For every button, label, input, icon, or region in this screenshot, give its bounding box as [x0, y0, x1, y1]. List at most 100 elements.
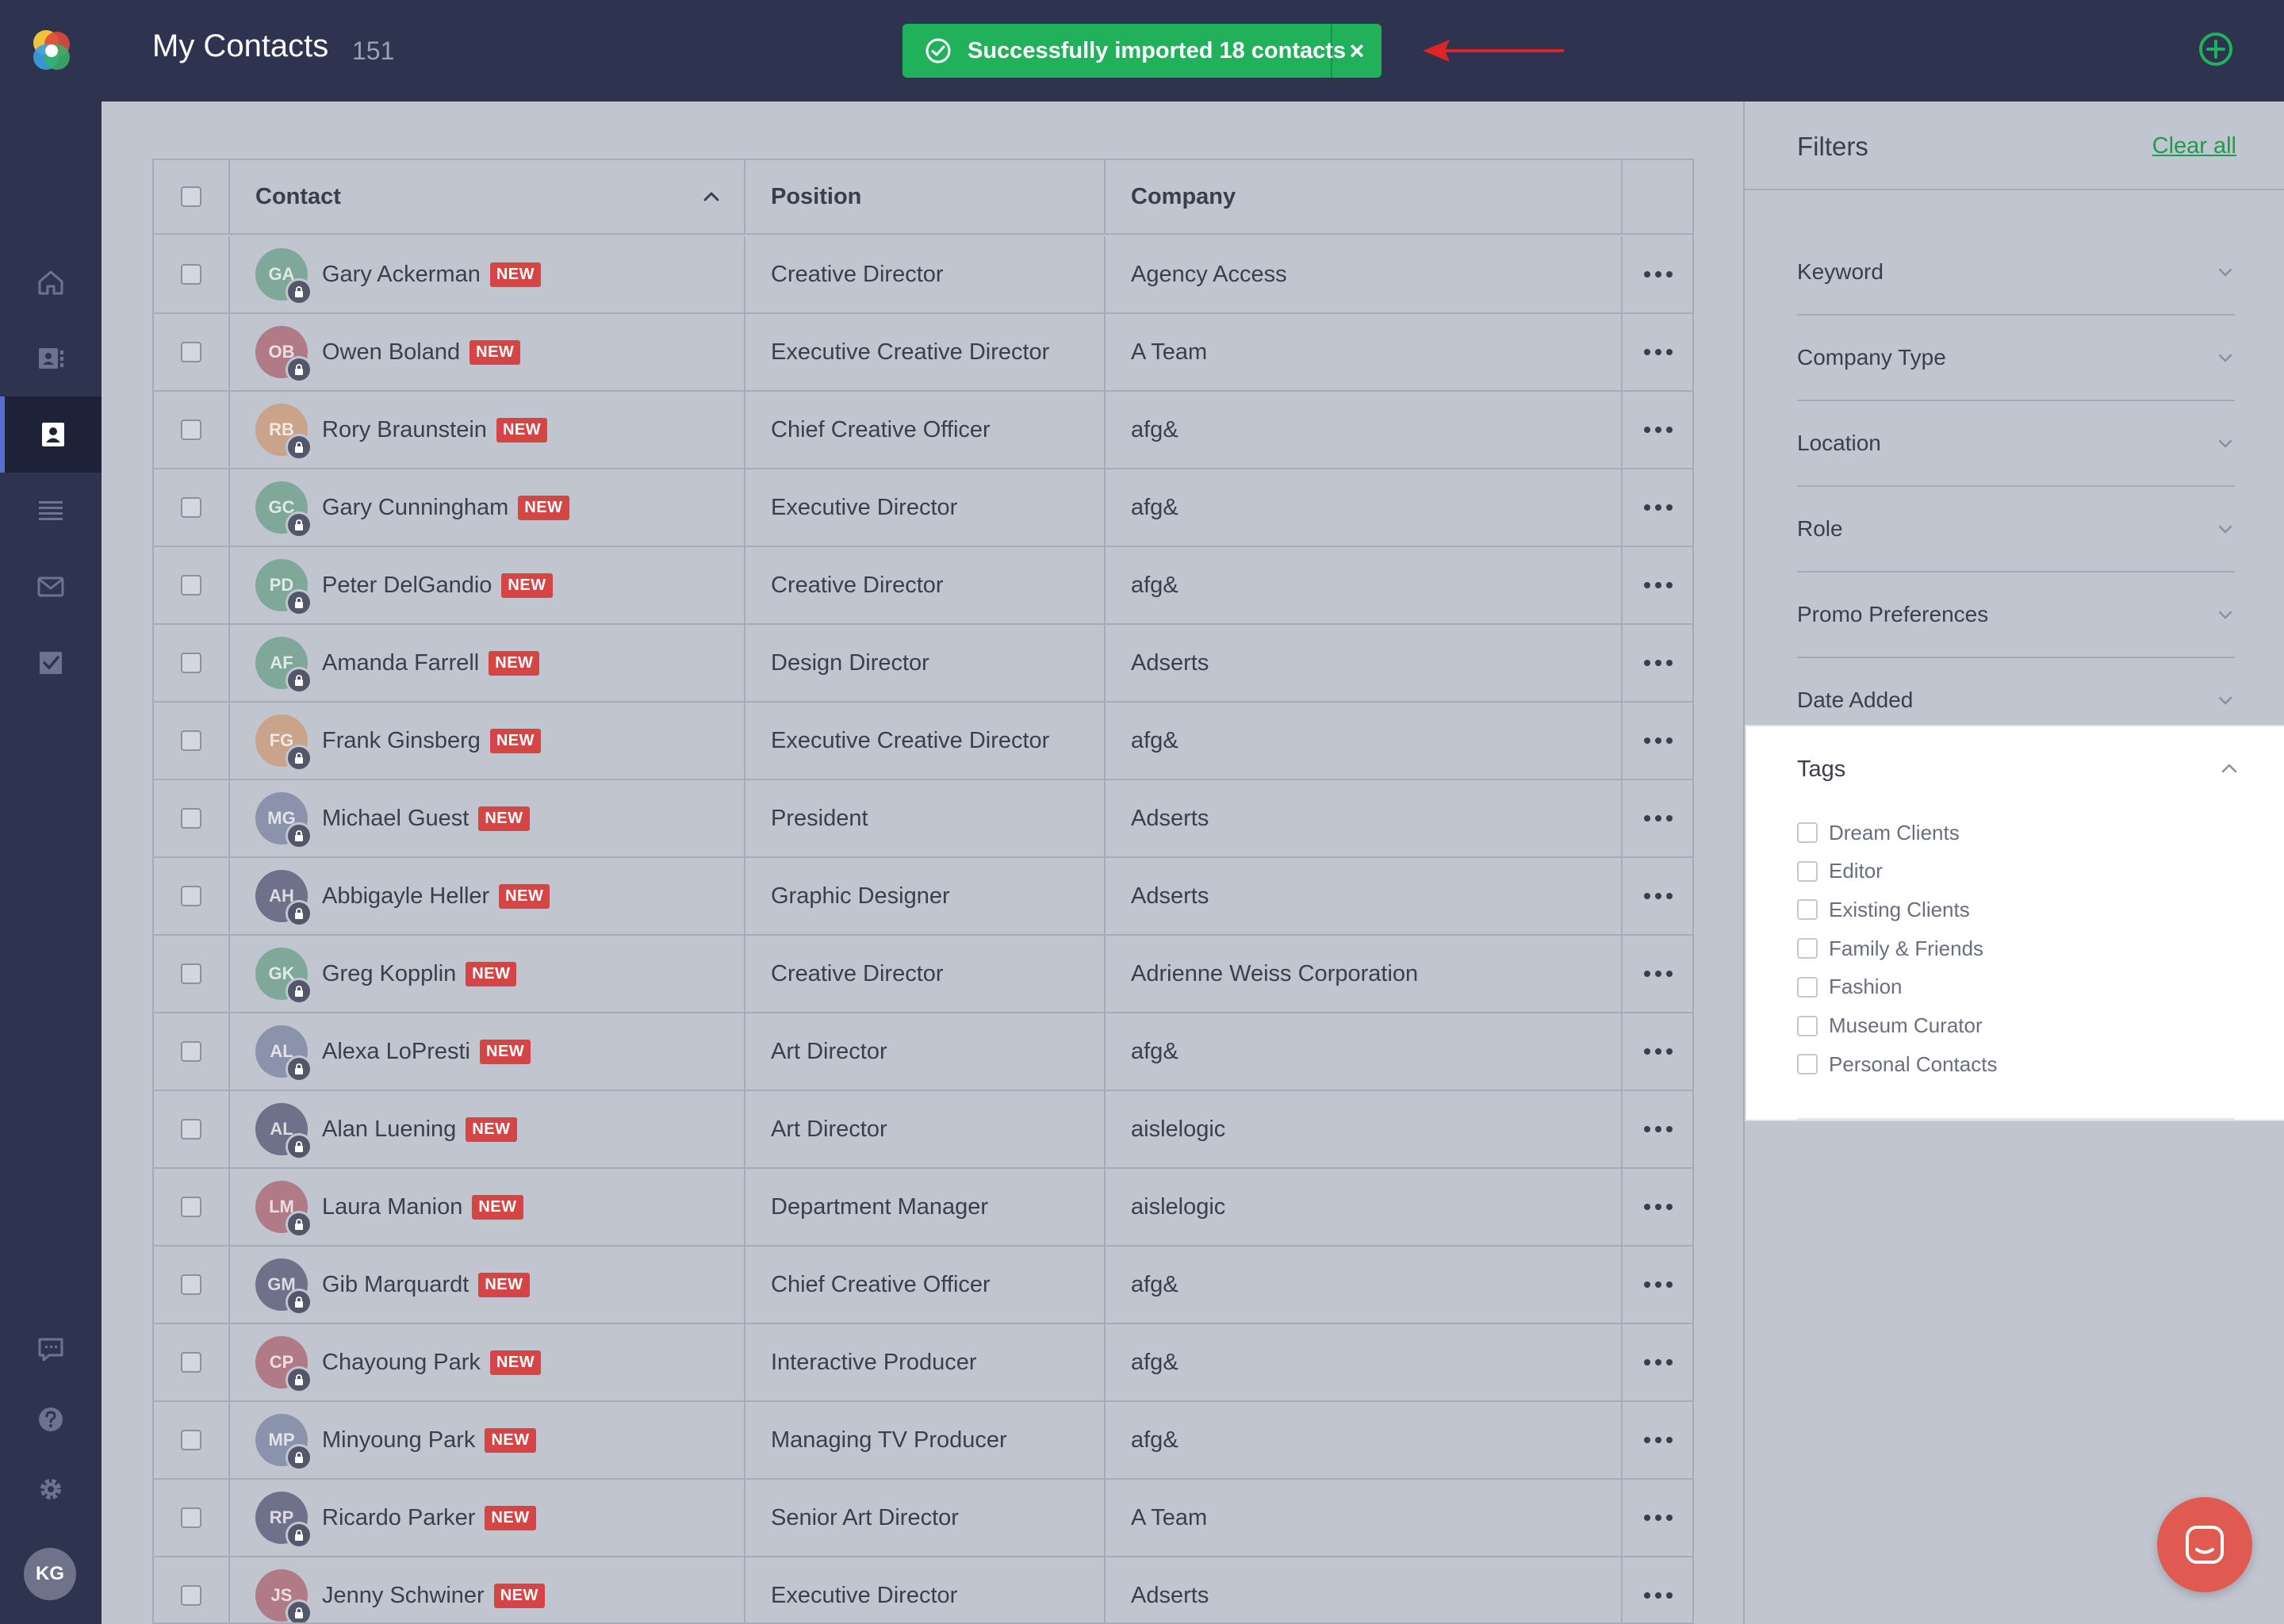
- tag-checkbox[interactable]: [1797, 899, 1818, 921]
- tag-option[interactable]: Fashion: [1797, 971, 1903, 1003]
- tag-option[interactable]: Personal Contacts: [1797, 1048, 1997, 1080]
- more-options-icon[interactable]: [1644, 737, 1673, 744]
- nav-contacts[interactable]: [0, 396, 102, 473]
- table-row[interactable]: AH Abbigayle Heller NEW Graphic Designer…: [154, 858, 1692, 936]
- tag-checkbox[interactable]: [1797, 1015, 1818, 1036]
- contact-name[interactable]: Owen Boland: [322, 339, 460, 366]
- nav-lists[interactable]: [0, 473, 102, 549]
- tag-option[interactable]: Family & Friends: [1797, 933, 1983, 964]
- more-options-icon[interactable]: [1644, 349, 1673, 355]
- row-checkbox[interactable]: [181, 419, 201, 440]
- avatar[interactable]: AF: [255, 637, 312, 694]
- contact-name[interactable]: Frank Ginsberg: [322, 728, 481, 754]
- row-checkbox[interactable]: [181, 730, 201, 751]
- table-row[interactable]: PD Peter DelGandio NEW Creative Director…: [154, 547, 1692, 625]
- avatar[interactable]: MG: [255, 792, 312, 849]
- more-options-icon[interactable]: [1644, 271, 1673, 278]
- more-options-icon[interactable]: [1644, 1048, 1673, 1055]
- contact-name[interactable]: Jenny Schwiner: [322, 1583, 485, 1609]
- avatar[interactable]: GC: [255, 481, 312, 538]
- table-row[interactable]: GA Gary Ackerman NEW Creative Director A…: [154, 236, 1692, 314]
- more-options-icon[interactable]: [1644, 582, 1673, 588]
- table-row[interactable]: AL Alan Luening NEW Art Director aislelo…: [154, 1091, 1692, 1169]
- row-checkbox[interactable]: [181, 575, 201, 596]
- clear-all-link[interactable]: Clear all: [2152, 133, 2236, 159]
- more-options-icon[interactable]: [1644, 1204, 1673, 1210]
- table-row[interactable]: AF Amanda Farrell NEW Design Director Ad…: [154, 625, 1692, 703]
- column-header-company[interactable]: Company: [1106, 160, 1623, 233]
- toast-close-button[interactable]: ×: [1331, 24, 1382, 78]
- contact-name[interactable]: Ricardo Parker: [322, 1505, 475, 1531]
- table-row[interactable]: GM Gib Marquardt NEW Chief Creative Offi…: [154, 1247, 1692, 1324]
- avatar[interactable]: FG: [255, 714, 312, 772]
- row-checkbox[interactable]: [181, 1119, 201, 1139]
- avatar[interactable]: AL: [255, 1025, 312, 1082]
- table-row[interactable]: OB Owen Boland NEW Executive Creative Di…: [154, 314, 1692, 392]
- row-checkbox[interactable]: [181, 1041, 201, 1062]
- nav-feedback[interactable]: [0, 1312, 102, 1388]
- more-options-icon[interactable]: [1644, 1515, 1673, 1521]
- filter-section-role[interactable]: Role: [1797, 487, 2235, 573]
- row-checkbox[interactable]: [181, 653, 201, 673]
- table-row[interactable]: RB Rory Braunstein NEW Chief Creative Of…: [154, 392, 1692, 469]
- avatar[interactable]: PD: [255, 559, 312, 616]
- column-header-position[interactable]: Position: [745, 160, 1106, 233]
- column-header-contact[interactable]: Contact: [230, 160, 745, 233]
- nav-help[interactable]: [0, 1381, 102, 1457]
- contact-name[interactable]: Gib Marquardt: [322, 1272, 469, 1298]
- tag-checkbox[interactable]: [1797, 860, 1818, 882]
- filter-section-keyword[interactable]: Keyword: [1797, 230, 2235, 316]
- tag-checkbox[interactable]: [1797, 938, 1818, 959]
- contact-name[interactable]: Abbigayle Heller: [322, 883, 489, 910]
- table-row[interactable]: FG Frank Ginsberg NEW Executive Creative…: [154, 703, 1692, 780]
- avatar[interactable]: RP: [255, 1492, 312, 1549]
- app-logo-icon[interactable]: [22, 22, 79, 79]
- contact-name[interactable]: Alexa LoPresti: [322, 1039, 470, 1065]
- row-checkbox[interactable]: [181, 264, 201, 285]
- avatar[interactable]: AL: [255, 1103, 312, 1160]
- row-checkbox[interactable]: [181, 1507, 201, 1528]
- tag-option[interactable]: Museum Curator: [1797, 1010, 1983, 1042]
- avatar[interactable]: OB: [255, 326, 312, 383]
- avatar[interactable]: RB: [255, 404, 312, 461]
- table-row[interactable]: JS Jenny Schwiner NEW Executive Director…: [154, 1557, 1692, 1622]
- row-checkbox[interactable]: [181, 1274, 201, 1295]
- contact-name[interactable]: Rory Braunstein: [322, 417, 487, 443]
- row-checkbox[interactable]: [181, 886, 201, 906]
- contact-name[interactable]: Chayoung Park: [322, 1350, 481, 1376]
- sort-ascending-icon[interactable]: [701, 186, 722, 207]
- chevron-up-icon[interactable]: [2219, 758, 2240, 779]
- more-options-icon[interactable]: [1644, 1592, 1673, 1599]
- table-row[interactable]: CP Chayoung Park NEW Interactive Produce…: [154, 1324, 1692, 1402]
- user-avatar[interactable]: KG: [24, 1548, 76, 1600]
- row-checkbox[interactable]: [181, 1585, 201, 1606]
- add-contact-icon[interactable]: [2197, 30, 2235, 68]
- contact-name[interactable]: Minyoung Park: [322, 1427, 475, 1454]
- tag-option[interactable]: Dream Clients: [1797, 817, 1960, 848]
- contact-name[interactable]: Peter DelGandio: [322, 573, 492, 599]
- contact-name[interactable]: Gary Ackerman: [322, 262, 481, 288]
- select-all-checkbox[interactable]: [181, 186, 201, 207]
- row-checkbox[interactable]: [181, 808, 201, 829]
- nav-settings[interactable]: [0, 1451, 102, 1527]
- contact-name[interactable]: Michael Guest: [322, 806, 469, 832]
- contact-name[interactable]: Laura Manion: [322, 1194, 462, 1220]
- table-row[interactable]: MP Minyoung Park NEW Managing TV Produce…: [154, 1402, 1692, 1480]
- row-checkbox[interactable]: [181, 1430, 201, 1450]
- more-options-icon[interactable]: [1644, 1437, 1673, 1443]
- table-row[interactable]: MG Michael Guest NEW President Adserts: [154, 780, 1692, 858]
- avatar[interactable]: LM: [255, 1181, 312, 1238]
- nav-address-book[interactable]: [0, 320, 102, 396]
- tag-checkbox[interactable]: [1797, 1054, 1818, 1075]
- avatar[interactable]: GK: [255, 948, 312, 1005]
- table-row[interactable]: GC Gary Cunningham NEW Executive Directo…: [154, 469, 1692, 547]
- avatar[interactable]: AH: [255, 870, 312, 927]
- table-row[interactable]: RP Ricardo Parker NEW Senior Art Directo…: [154, 1480, 1692, 1557]
- more-options-icon[interactable]: [1644, 815, 1673, 822]
- contact-name[interactable]: Greg Kopplin: [322, 961, 456, 987]
- chat-launcher-button[interactable]: [2157, 1497, 2252, 1592]
- more-options-icon[interactable]: [1644, 1359, 1673, 1365]
- contact-name[interactable]: Alan Luening: [322, 1116, 456, 1143]
- table-row[interactable]: GK Greg Kopplin NEW Creative Director Ad…: [154, 936, 1692, 1013]
- nav-tasks[interactable]: [0, 625, 102, 701]
